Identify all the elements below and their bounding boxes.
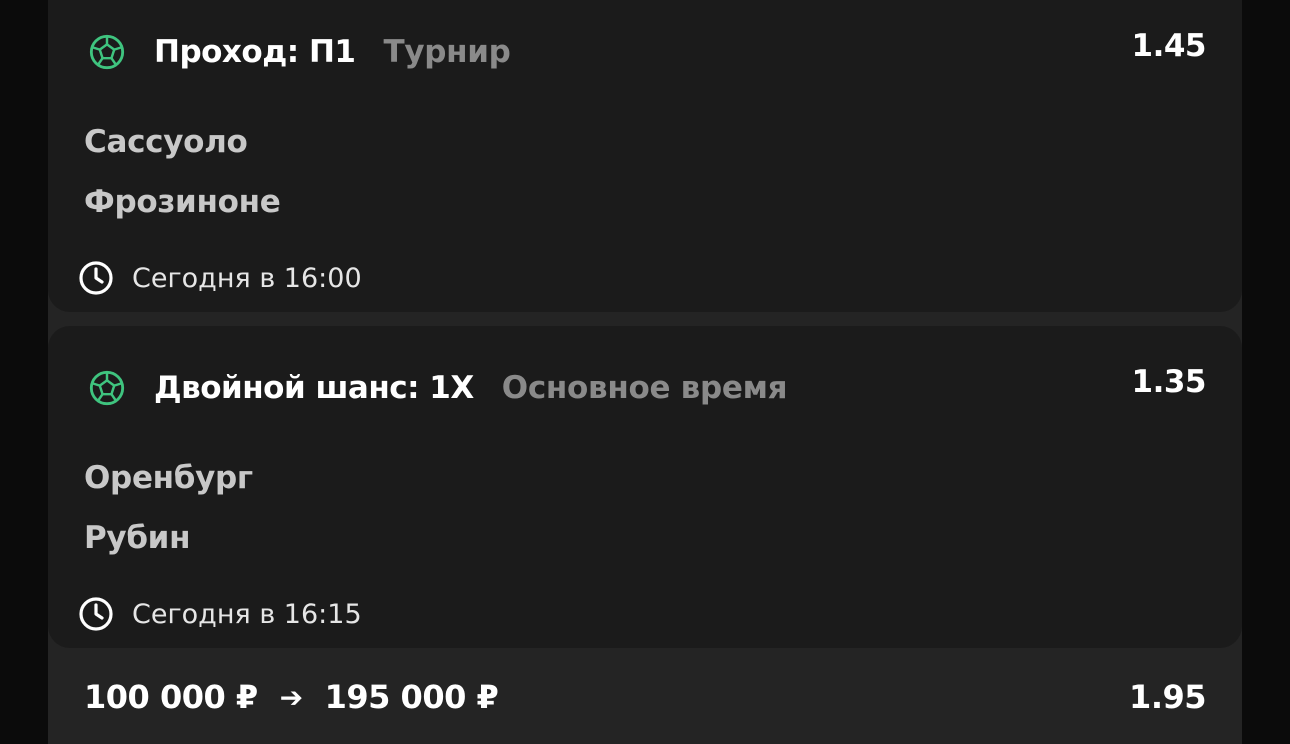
bet-period: Основное время xyxy=(501,370,788,406)
bet-odd: 1.35 xyxy=(1131,364,1207,400)
bet-card[interactable]: Двойной шанс: 1X Основное время 1.35 Оре… xyxy=(48,326,1242,648)
bet-title-row: Проход: П1 Турнир xyxy=(88,28,511,76)
event-time: Сегодня в 16:00 xyxy=(132,262,362,294)
bet-market: Двойной шанс: 1X xyxy=(154,370,474,406)
bet-market: Проход: П1 xyxy=(154,34,356,70)
payout-amount: 195 000 ₽ xyxy=(324,678,499,716)
clock-icon xyxy=(79,261,113,295)
team-away: Рубин xyxy=(84,520,191,556)
bet-odd: 1.45 xyxy=(1131,28,1207,64)
coupon-summary: 100 000 ₽ ➔ 195 000 ₽ xyxy=(84,678,499,716)
team-away: Фрозиноне xyxy=(84,184,281,220)
event-time: Сегодня в 16:15 xyxy=(132,598,362,630)
clock-icon xyxy=(79,597,113,631)
event-time-row: Сегодня в 16:00 xyxy=(78,260,362,296)
team-home: Сассуоло xyxy=(84,124,248,160)
team-home: Оренбург xyxy=(84,460,253,496)
event-time-row: Сегодня в 16:15 xyxy=(78,596,362,632)
total-odd: 1.95 xyxy=(1129,678,1206,716)
bet-title-row: Двойной шанс: 1X Основное время xyxy=(88,364,788,412)
soccer-ball-icon xyxy=(89,34,125,70)
stake-amount: 100 000 ₽ xyxy=(84,678,258,716)
arrow-right-icon: ➔ xyxy=(279,680,303,714)
soccer-ball-icon xyxy=(89,370,125,406)
bet-period: Турнир xyxy=(383,34,511,70)
bet-card[interactable]: Проход: П1 Турнир 1.45 Сассуоло Фрозинон… xyxy=(48,0,1242,312)
